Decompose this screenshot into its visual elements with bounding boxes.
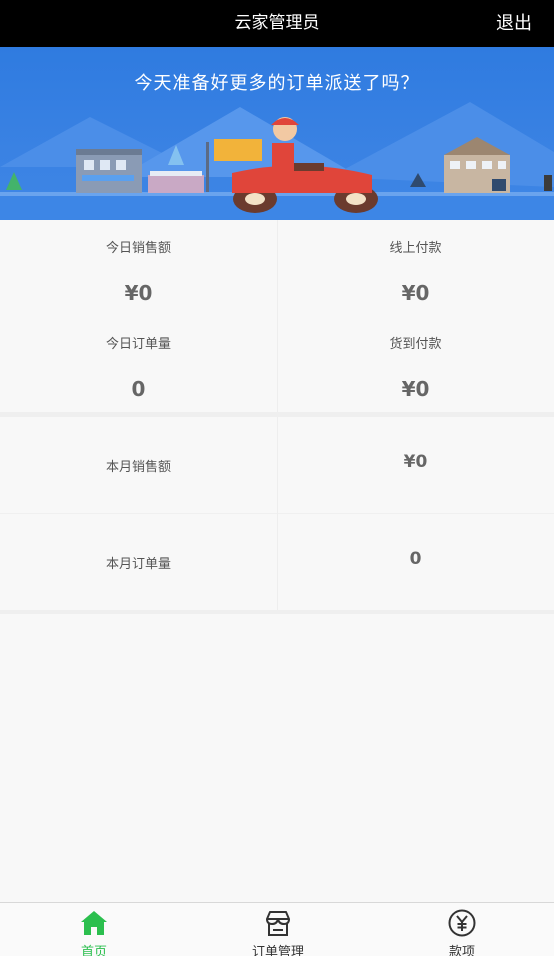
stat-month-orders-value: 0	[277, 514, 554, 610]
home-icon	[81, 911, 107, 935]
nav-label: 订单管理	[251, 945, 304, 956]
nav-payments[interactable]: 款项	[392, 903, 532, 956]
stat-label: 今日销售额	[105, 241, 171, 256]
nav-orders[interactable]: 订单管理	[208, 903, 348, 956]
section-divider-bottom	[0, 610, 554, 614]
nav-home[interactable]: 首页	[24, 903, 164, 956]
stat-online-payment: 线上付款 ¥0	[277, 220, 554, 316]
stat-value: 0	[131, 377, 146, 401]
nav-label: 款项	[448, 945, 475, 956]
banner-text: 今天准备好更多的订单派送了吗？	[134, 73, 420, 94]
logout-button[interactable]: 退出	[496, 0, 532, 47]
stat-cod-payment: 货到付款 ¥0	[277, 316, 554, 412]
stat-value: 0	[409, 549, 422, 569]
stat-today-sales: 今日销售额 ¥0	[0, 220, 277, 316]
yuan-icon	[448, 909, 476, 937]
column-divider	[277, 417, 278, 610]
top-bar: 云家管理员 退出	[0, 0, 554, 47]
stat-today-orders: 今日订单量 0	[0, 316, 277, 412]
bottom-nav: 首页 订单管理 款项	[0, 902, 554, 956]
stat-label: 今日订单量	[105, 337, 171, 352]
nav-label: 首页	[80, 945, 107, 956]
stat-month-sales: 本月销售额	[0, 417, 277, 513]
page-title: 云家管理员	[234, 13, 320, 33]
stat-value: ¥0	[401, 281, 430, 305]
stat-value: ¥0	[124, 281, 153, 305]
stat-label: 线上付款	[389, 241, 442, 256]
stat-label: 本月销售额	[105, 460, 171, 475]
stat-value: ¥0	[403, 452, 428, 472]
stat-label: 货到付款	[389, 337, 442, 352]
stat-value: ¥0	[401, 377, 430, 401]
store-icon	[266, 911, 290, 936]
stat-month-sales-value: ¥0	[277, 417, 554, 513]
banner: 今天准备好更多的订单派送了吗？	[0, 47, 554, 220]
column-divider	[277, 220, 278, 412]
stat-month-orders: 本月订单量	[0, 514, 277, 610]
stat-label: 本月订单量	[105, 557, 171, 572]
